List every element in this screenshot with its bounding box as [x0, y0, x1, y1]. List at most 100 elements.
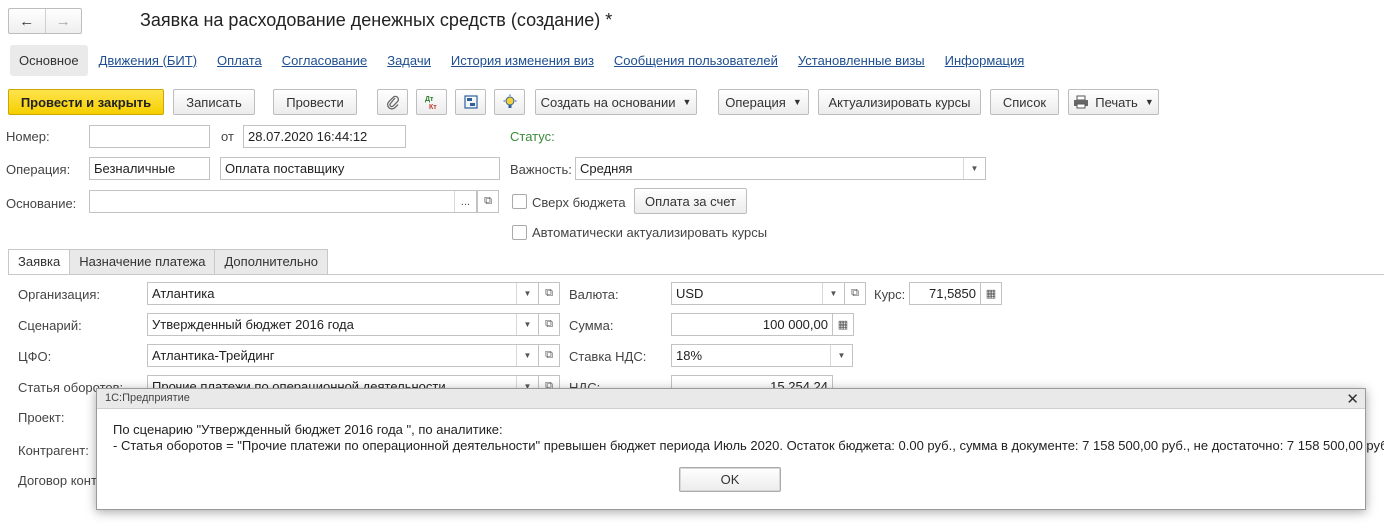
- dropdown-arrow-icon[interactable]: ▼: [516, 314, 538, 335]
- tab-additional[interactable]: Дополнительно: [214, 249, 329, 274]
- dt-kt-button[interactable]: Дт Кт: [416, 89, 447, 115]
- update-rates-button[interactable]: Актуализировать курсы: [818, 89, 981, 115]
- dialog-message-line-1: По сценарию "Утвержденный бюджет 2016 го…: [113, 422, 503, 437]
- vat-rate-select[interactable]: 18% ▼: [671, 344, 853, 367]
- scenario-label: Сценарий:: [18, 318, 82, 333]
- hint-button[interactable]: [494, 89, 525, 115]
- auto-rates-checkbox[interactable]: [512, 225, 527, 240]
- calculator-icon[interactable]: ▦: [832, 313, 854, 336]
- debit-credit-icon: ДтКт: [425, 96, 437, 111]
- vat-rate-label: Ставка НДС:: [569, 349, 647, 364]
- tab-request[interactable]: Заявка: [8, 249, 71, 275]
- operation-value-field[interactable]: Оплата поставщику: [220, 157, 500, 180]
- open-icon[interactable]: ⧉: [844, 282, 866, 305]
- tab-divider: [8, 274, 1384, 275]
- section-link-visas[interactable]: Установленные визы: [798, 53, 925, 68]
- sum-field[interactable]: 100 000,00: [671, 313, 833, 336]
- section-links: Основное Движения (БИТ) Оплата Согласова…: [10, 44, 1044, 76]
- dropdown-arrow-icon[interactable]: ▼: [830, 345, 852, 366]
- section-link-approval[interactable]: Согласование: [282, 53, 367, 68]
- vat-rate-value: 18%: [676, 348, 703, 363]
- importance-label: Важность:: [510, 162, 572, 177]
- printer-icon: [1074, 95, 1089, 109]
- pay-by-invoice-button[interactable]: Оплата за счет: [634, 188, 747, 214]
- org-label: Организация:: [18, 287, 101, 302]
- date-label: от: [221, 129, 234, 144]
- arrow-left-icon: ←: [19, 12, 35, 30]
- operation-label: Операция: [725, 94, 786, 110]
- section-link-visa-history[interactable]: История изменения виз: [451, 53, 594, 68]
- open-icon[interactable]: ⧉: [477, 190, 499, 213]
- currency-label: Валюта:: [569, 287, 619, 302]
- currency-value: USD: [676, 286, 704, 301]
- scenario-value: Утвержденный бюджет 2016 года: [152, 317, 354, 332]
- structure-button[interactable]: [455, 89, 486, 115]
- dropdown-arrow-icon[interactable]: ▼: [963, 158, 985, 179]
- caret-down-icon: ▼: [792, 97, 802, 107]
- dropdown-arrow-icon[interactable]: ▼: [822, 283, 844, 304]
- sum-label: Сумма:: [569, 318, 614, 333]
- section-link-main[interactable]: Основное: [10, 44, 88, 76]
- open-icon[interactable]: ⧉: [538, 313, 560, 336]
- caret-down-icon: ▼: [682, 97, 692, 107]
- basis-field[interactable]: ...: [89, 190, 477, 213]
- dialog-title: 1С:Предприятие: [105, 392, 190, 404]
- history-nav: ← →: [8, 8, 82, 34]
- dialog-message: По сценарию "Утвержденный бюджет 2016 го…: [113, 422, 1384, 454]
- tab-payment-purpose[interactable]: Назначение платежа: [69, 249, 216, 274]
- lightbulb-icon: [503, 94, 516, 108]
- message-dialog: 1С:Предприятие ✕ По сценарию "Утвержденн…: [96, 388, 1384, 510]
- cfo-select[interactable]: Атлантика-Трейдинг ▼: [147, 344, 539, 367]
- open-icon[interactable]: ⧉: [538, 282, 560, 305]
- date-field[interactable]: 28.07.2020 16:44:12: [243, 125, 406, 148]
- close-icon[interactable]: ✕: [1346, 390, 1359, 408]
- print-label: Печать: [1095, 94, 1138, 110]
- status-label: Статус:: [510, 129, 555, 144]
- dropdown-arrow-icon[interactable]: ▼: [516, 345, 538, 366]
- open-icon[interactable]: ⧉: [538, 344, 560, 367]
- project-label: Проект:: [18, 410, 65, 425]
- basis-label: Основание:: [6, 196, 77, 211]
- attach-button[interactable]: [377, 89, 408, 115]
- org-select[interactable]: Атлантика ▼: [147, 282, 539, 305]
- section-link-movements[interactable]: Движения (БИТ): [99, 53, 197, 68]
- section-link-tasks[interactable]: Задачи: [387, 53, 431, 68]
- back-button[interactable]: ←: [9, 9, 45, 33]
- save-button[interactable]: Записать: [173, 89, 255, 115]
- page-title: Заявка на расходование денежных средств …: [140, 10, 613, 30]
- create-based-on-label: Создать на основании: [540, 94, 676, 110]
- print-button[interactable]: Печать ▼: [1068, 89, 1159, 115]
- section-link-payment[interactable]: Оплата: [217, 53, 262, 68]
- number-field[interactable]: [89, 125, 210, 148]
- operation-button[interactable]: Операция ▼: [718, 89, 809, 115]
- importance-select[interactable]: Средняя ▼: [575, 157, 986, 180]
- section-link-info[interactable]: Информация: [945, 53, 1025, 68]
- create-based-on-button[interactable]: Создать на основании ▼: [535, 89, 697, 115]
- document-tabs: Заявка Назначение платежа Дополнительно: [8, 249, 329, 275]
- over-budget-checkbox[interactable]: [512, 194, 527, 209]
- cfo-label: ЦФО:: [18, 349, 52, 364]
- org-value: Атлантика: [152, 286, 215, 301]
- svg-text:Кт: Кт: [429, 104, 437, 111]
- post-button[interactable]: Провести: [273, 89, 357, 115]
- over-budget-label: Сверх бюджета: [532, 195, 626, 210]
- select-ellipsis-button[interactable]: ...: [454, 191, 476, 212]
- calculator-icon[interactable]: ▦: [980, 282, 1002, 305]
- forward-button[interactable]: →: [44, 9, 82, 33]
- number-label: Номер:: [6, 129, 50, 144]
- post-and-close-button[interactable]: Провести и закрыть: [8, 89, 164, 115]
- operation-kind-field[interactable]: Безналичные: [89, 157, 210, 180]
- dropdown-arrow-icon[interactable]: ▼: [516, 283, 538, 304]
- list-button[interactable]: Список: [990, 89, 1059, 115]
- cfo-value: Атлантика-Трейдинг: [152, 348, 275, 363]
- scenario-select[interactable]: Утвержденный бюджет 2016 года ▼: [147, 313, 539, 336]
- currency-select[interactable]: USD ▼: [671, 282, 845, 305]
- ok-button[interactable]: OK: [679, 467, 781, 492]
- paperclip-icon: [386, 95, 399, 110]
- dialog-header: 1С:Предприятие ✕: [97, 389, 1365, 409]
- rate-field[interactable]: 71,5850: [909, 282, 981, 305]
- importance-value: Средняя: [580, 161, 633, 176]
- caret-down-icon: ▼: [1144, 97, 1154, 107]
- counterparty-label: Контрагент:: [18, 443, 89, 458]
- section-link-user-messages[interactable]: Сообщения пользователей: [614, 53, 778, 68]
